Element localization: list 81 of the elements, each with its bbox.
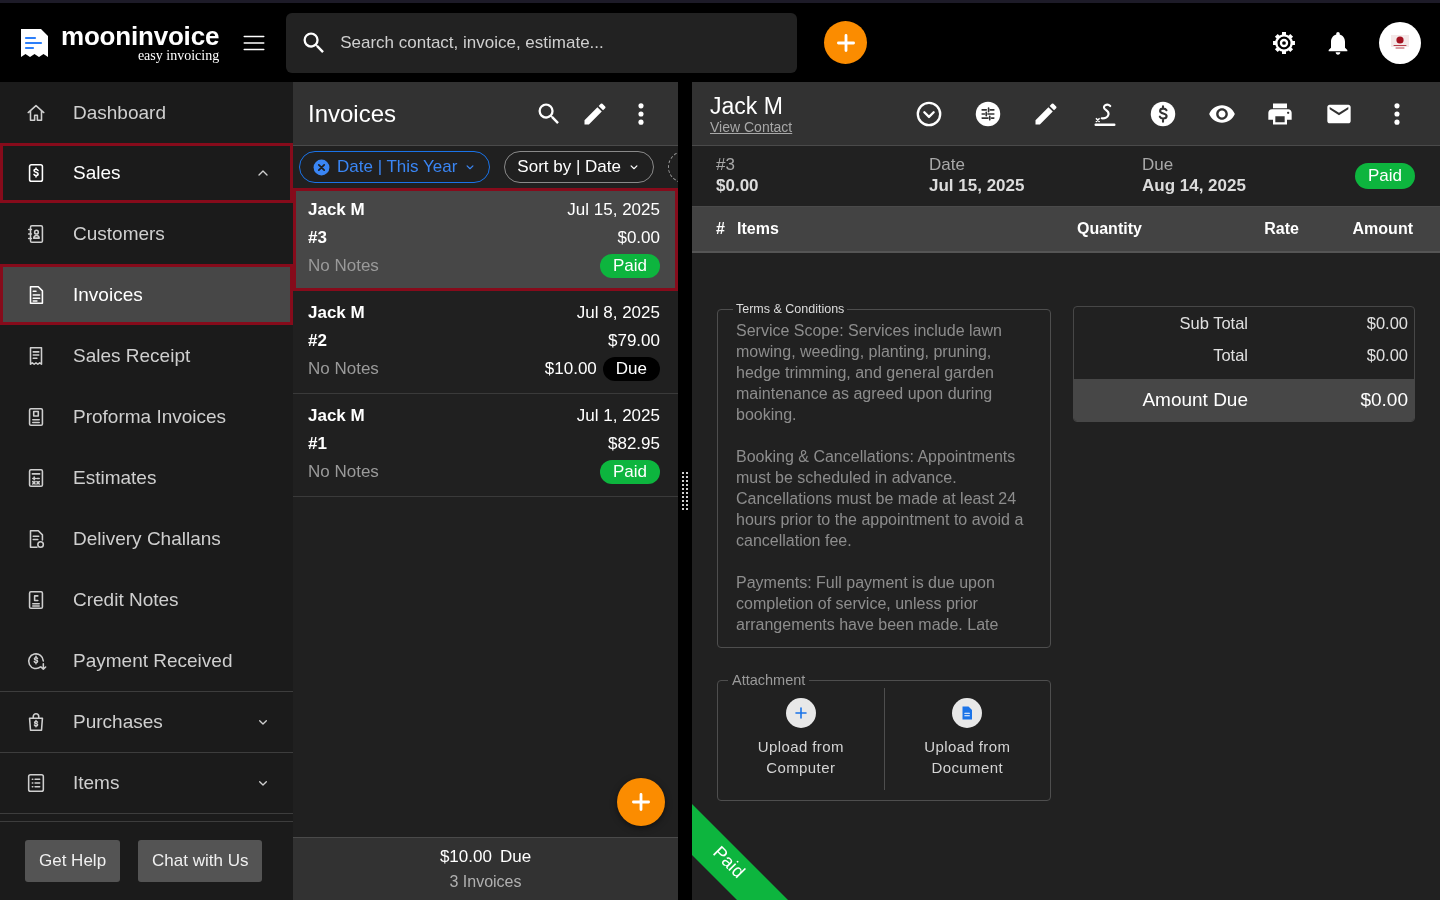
invoice-count: 3 Invoices: [449, 873, 522, 891]
balance-due: $10.00: [544, 359, 597, 379]
column-header: #: [716, 220, 726, 238]
invoice-number: #2: [308, 331, 327, 351]
field-value: Aug 14, 2025: [1141, 175, 1247, 197]
terms-paragraph: Payments: Full payment is due upon completion of service, unless prior arrangements have been made. Late: [736, 573, 1000, 635]
plus-icon: [785, 698, 816, 728]
invoice-number: #3: [308, 228, 327, 248]
invoice-total: $0.00: [617, 228, 660, 248]
sliders-icon[interactable]: [973, 99, 1002, 128]
sidebar-item[interactable]: Dashboard: [0, 82, 293, 143]
chat-button[interactable]: Chat with Us: [138, 840, 263, 882]
sidebar-item[interactable]: Sales Receipt: [0, 325, 293, 386]
status-badge: Paid: [1354, 163, 1415, 189]
column-header: Rate: [1263, 220, 1299, 238]
sidebar-item[interactable]: Purchases: [0, 692, 293, 752]
customer-name: Jack M: [308, 406, 365, 426]
sidebar-item[interactable]: Customers: [0, 203, 293, 264]
total-label: Sub Total: [1178, 313, 1248, 333]
total-label: Amount Due: [1141, 389, 1248, 411]
invoice-date: Jul 8, 2025: [576, 303, 660, 323]
invoice-card[interactable]: Jack M Jul 1, 2025 #1 $82.95 No Notes Paid: [293, 394, 678, 497]
due-label: Due: [499, 847, 532, 867]
sidebar-item[interactable]: Estimates: [0, 447, 293, 508]
customer-name: Jack M: [308, 303, 365, 323]
status-badge: Paid: [599, 254, 660, 278]
sidebar-item[interactable]: Delivery Challans: [0, 508, 293, 569]
sidebar-item[interactable]: Payment Received: [0, 630, 293, 691]
upload-button[interactable]: Upload from Computer: [718, 688, 884, 790]
customer-name: Jack M: [308, 200, 365, 220]
invoice-notes: No Notes: [308, 256, 379, 276]
invoice-total: $82.95: [608, 434, 660, 454]
total-label: Total: [1212, 345, 1248, 365]
total-value: $0.00: [1359, 389, 1408, 411]
avatar-icon[interactable]: [1379, 21, 1421, 64]
invoice-number: #1: [308, 434, 327, 454]
invoice-card[interactable]: Jack M Jul 8, 2025 #2 $79.00 No Notes $10.00 Due: [293, 291, 678, 394]
sidebar-item[interactable]: Items: [0, 753, 293, 813]
document-icon: [952, 698, 983, 728]
invoice-card[interactable]: Jack M Jul 15, 2025 #3 $0.00 No Notes Paid: [293, 188, 678, 291]
column-header: Items: [737, 220, 780, 238]
invoice-date: Jul 15, 2025: [567, 200, 660, 220]
terms-title: Terms & Conditions: [735, 302, 846, 316]
total-value: $0.00: [1365, 345, 1408, 365]
search-field[interactable]: Search contact, invoice, estimate...: [286, 12, 798, 73]
add-button[interactable]: [824, 21, 868, 64]
sidebar-item[interactable]: Invoices: [0, 264, 293, 325]
invoice-notes: No Notes: [308, 359, 379, 379]
total-value: $0.00: [1365, 313, 1408, 333]
sidebar-item[interactable]: Credit Notes: [0, 569, 293, 630]
invoice-total: $79.00: [608, 331, 660, 351]
drag-handle-icon[interactable]: [682, 472, 688, 510]
attachment-title: Attachment: [731, 672, 807, 688]
field-label: Due: [1141, 155, 1175, 175]
sidebar-item[interactable]: Proforma Invoices: [0, 386, 293, 447]
field-value: Jul 15, 2025: [929, 175, 1026, 197]
list-title: Invoices: [308, 99, 397, 128]
add-button[interactable]: [617, 778, 665, 826]
chevron-circle-icon[interactable]: [915, 99, 943, 128]
upload-button[interactable]: Upload from Document: [883, 688, 1050, 790]
invoice-notes: No Notes: [308, 462, 379, 482]
brand-name: mooninvoice: [61, 22, 220, 50]
list-icon: [25, 772, 47, 794]
column-header: Amount: [1351, 220, 1413, 238]
brand-tagline: easy invoicing: [137, 48, 220, 63]
help-button[interactable]: Get Help: [25, 840, 121, 882]
field-label: #3: [716, 155, 736, 175]
clear-icon: [312, 157, 331, 177]
field-value: $0.00: [716, 175, 760, 197]
invoice-date: Jul 1, 2025: [576, 406, 660, 426]
dollar-circle-icon[interactable]: [1149, 99, 1177, 128]
view-contact-link[interactable]: View Contact: [710, 118, 793, 135]
sidebar-item[interactable]: Sales: [0, 143, 293, 203]
terms-paragraph: Service Scope: Services include lawn mowing, weeding, planting, pruning, hedge trimming, and general garden maintenance as agreed upon during booking.: [736, 321, 1003, 425]
customer-name: Jack M: [710, 92, 784, 119]
field-label: Date: [929, 155, 966, 175]
status-badge: Paid: [599, 460, 660, 484]
due-amount: $10.00: [439, 847, 492, 867]
terms-paragraph: Booking & Cancellations: Appointments must be scheduled in advance. Cancellations must be made at least 24 hours prior to the appointment to avoid a cancellation fee.: [736, 447, 1025, 551]
status-badge: Due: [602, 357, 660, 381]
column-header: Quantity: [1077, 220, 1143, 238]
